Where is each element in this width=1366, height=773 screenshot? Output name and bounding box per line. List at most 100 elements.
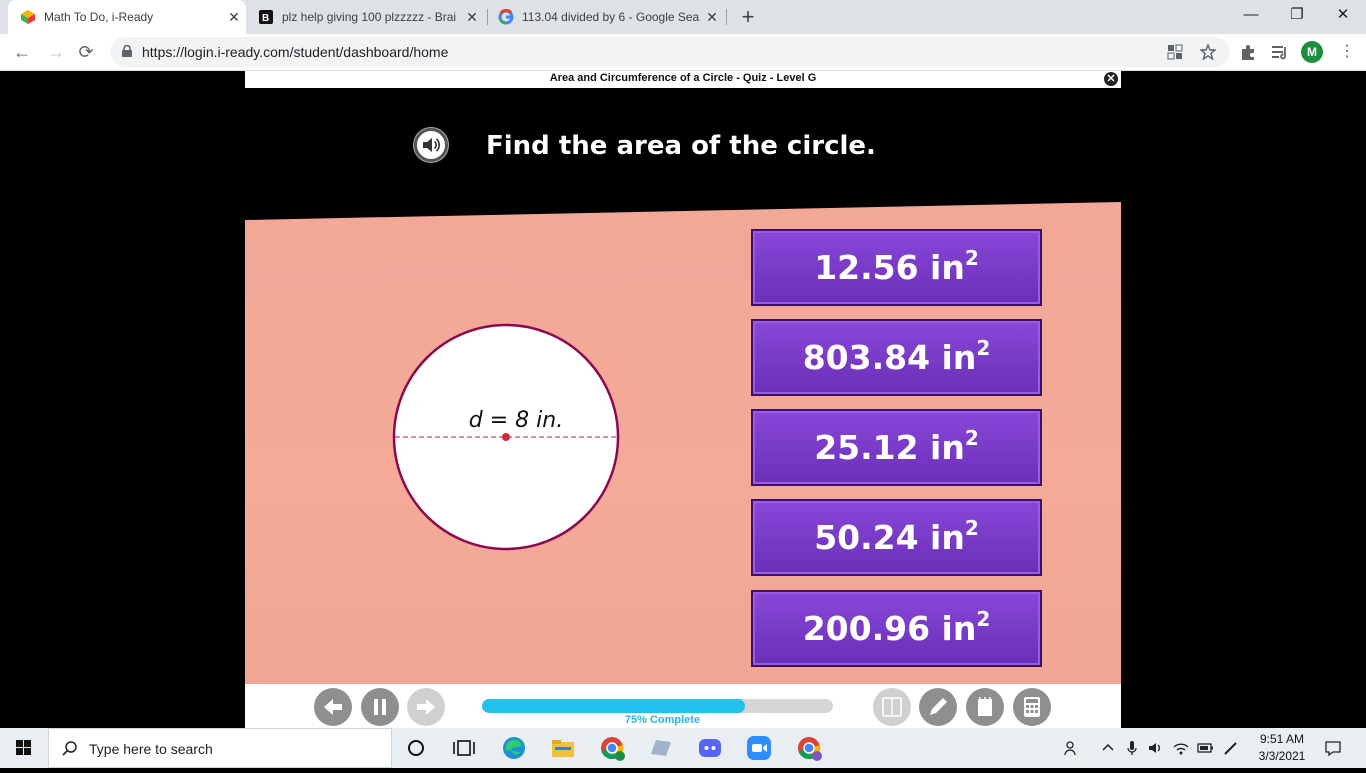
calculator-icon bbox=[1024, 697, 1040, 717]
iready-favicon-icon bbox=[21, 10, 35, 24]
edge-icon[interactable] bbox=[500, 734, 528, 762]
minimize-button[interactable]: — bbox=[1228, 0, 1274, 30]
answer-value: 200.96 in bbox=[802, 609, 977, 648]
forward-arrow-button[interactable] bbox=[407, 688, 445, 726]
wifi-icon[interactable] bbox=[1172, 739, 1190, 757]
notepad-button[interactable] bbox=[966, 688, 1004, 726]
answer-exponent: 2 bbox=[964, 516, 979, 540]
profile-avatar[interactable]: M bbox=[1301, 41, 1323, 63]
tab-title: plz help giving 100 plzzzzz - Brai bbox=[282, 10, 457, 24]
tab-title: 113.04 divided by 6 - Google Sea bbox=[522, 10, 700, 24]
lesson-control-bar: 75% Complete bbox=[245, 684, 1121, 728]
back-arrow-button[interactable] bbox=[314, 688, 352, 726]
answer-option-2[interactable]: 803.84 in2 bbox=[751, 319, 1042, 396]
progress-bar bbox=[482, 699, 833, 713]
answer-value: 803.84 in bbox=[802, 338, 977, 377]
answer-value: 50.24 in bbox=[814, 518, 965, 557]
answer-option-1[interactable]: 12.56 in2 bbox=[751, 229, 1042, 306]
glossary-book-icon bbox=[882, 697, 902, 717]
tab-iready[interactable]: Math To Do, i-Ready ✕ bbox=[8, 0, 246, 34]
tab-close-icon[interactable]: ✕ bbox=[460, 9, 484, 26]
extensions-puzzle-icon[interactable] bbox=[1238, 42, 1258, 62]
glossary-button[interactable] bbox=[873, 688, 911, 726]
translate-icon[interactable] bbox=[1167, 44, 1183, 60]
taskbar-search-box[interactable]: Type here to search bbox=[48, 728, 392, 768]
center-point bbox=[502, 433, 510, 441]
browser-toolbar: ← → ⟳ https://login.i-ready.com/student/… bbox=[0, 34, 1366, 71]
answer-exponent: 2 bbox=[976, 336, 991, 360]
bookmark-star-icon[interactable] bbox=[1200, 44, 1216, 60]
windows-taskbar: Type here to search 9:51 AM 3/3/2021 bbox=[0, 728, 1366, 768]
discord-icon[interactable] bbox=[696, 734, 724, 762]
search-placeholder: Type here to search bbox=[89, 741, 213, 757]
lock-icon bbox=[122, 45, 132, 57]
photos-app-icon[interactable] bbox=[647, 734, 675, 762]
notifications-icon[interactable] bbox=[1324, 739, 1342, 757]
pencil-icon bbox=[930, 698, 947, 715]
left-arrow-icon bbox=[324, 699, 342, 715]
pause-icon bbox=[374, 699, 386, 715]
audio-button[interactable] bbox=[414, 128, 448, 162]
window-close-button[interactable]: ✕ bbox=[1320, 0, 1366, 30]
answer-exponent: 2 bbox=[964, 426, 979, 450]
reload-button[interactable]: ⟳ bbox=[72, 38, 100, 66]
address-bar[interactable]: https://login.i-ready.com/student/dashbo… bbox=[110, 37, 1230, 67]
answer-value: 25.12 in bbox=[814, 428, 965, 467]
chrome-profile-icon[interactable] bbox=[795, 734, 823, 762]
clock-date: 3/3/2021 bbox=[1258, 749, 1306, 763]
people-icon[interactable] bbox=[1063, 739, 1081, 757]
tab-brainly[interactable]: B plz help giving 100 plzzzzz - Brai ✕ bbox=[246, 0, 484, 34]
new-tab-button[interactable]: + bbox=[735, 4, 761, 30]
pencil-tool-button[interactable] bbox=[919, 688, 957, 726]
back-button[interactable]: ← bbox=[8, 38, 36, 66]
tab-close-icon[interactable]: ✕ bbox=[222, 9, 246, 26]
restore-button[interactable]: ❐ bbox=[1274, 0, 1320, 30]
calculator-button[interactable] bbox=[1013, 688, 1051, 726]
pen-workspace-icon[interactable] bbox=[1222, 739, 1240, 757]
taskbar-clock[interactable]: 9:51 AM 3/3/2021 bbox=[1254, 731, 1310, 765]
start-button[interactable] bbox=[0, 728, 48, 768]
diameter-label: d = 8 in. bbox=[469, 408, 563, 433]
tab-close-icon[interactable]: ✕ bbox=[700, 9, 724, 26]
notepad-icon bbox=[978, 697, 992, 716]
tab-google[interactable]: 113.04 divided by 6 - Google Sea ✕ bbox=[486, 0, 724, 34]
progress-fill bbox=[482, 699, 746, 713]
question-panel: d = 8 in. 12.56 in2 803.84 in2 25.12 in2… bbox=[245, 202, 1121, 684]
brainly-favicon-icon: B bbox=[259, 10, 273, 24]
media-control-icon[interactable] bbox=[1270, 42, 1290, 62]
forward-button[interactable]: → bbox=[42, 38, 70, 66]
cortana-icon[interactable] bbox=[402, 734, 430, 762]
answer-value: 12.56 in bbox=[814, 248, 965, 287]
google-favicon-icon bbox=[498, 9, 514, 25]
chevron-up-icon[interactable] bbox=[1099, 739, 1117, 757]
zoom-icon[interactable] bbox=[745, 734, 773, 762]
chrome-icon[interactable] bbox=[598, 734, 626, 762]
right-arrow-icon bbox=[417, 699, 435, 715]
url-text: https://login.i-ready.com/student/dashbo… bbox=[142, 44, 449, 60]
lesson-title-bar: Area and Circumference of a Circle - Qui… bbox=[245, 71, 1121, 88]
circle-figure: d = 8 in. bbox=[392, 323, 620, 551]
file-explorer-icon[interactable] bbox=[549, 734, 577, 762]
svg-text:B: B bbox=[262, 13, 269, 24]
answer-option-5[interactable]: 200.96 in2 bbox=[751, 590, 1042, 667]
answer-exponent: 2 bbox=[976, 607, 991, 631]
windows-logo-icon bbox=[16, 740, 31, 755]
microphone-icon[interactable] bbox=[1123, 739, 1141, 757]
answer-option-4[interactable]: 50.24 in2 bbox=[751, 499, 1042, 576]
browser-menu-button[interactable]: ⋮ bbox=[1333, 38, 1361, 66]
speaker-icon bbox=[423, 138, 441, 152]
tab-separator bbox=[726, 9, 727, 25]
answer-exponent: 2 bbox=[964, 246, 979, 270]
tab-title: Math To Do, i-Ready bbox=[44, 10, 154, 24]
task-view-icon[interactable] bbox=[450, 734, 478, 762]
close-lesson-button[interactable]: ✕ bbox=[1104, 72, 1118, 86]
volume-icon[interactable] bbox=[1147, 739, 1165, 757]
answer-option-3[interactable]: 25.12 in2 bbox=[751, 409, 1042, 486]
search-icon bbox=[62, 741, 77, 756]
lesson-title: Area and Circumference of a Circle - Qui… bbox=[549, 72, 817, 84]
lesson-stage: Area and Circumference of a Circle - Qui… bbox=[0, 71, 1366, 728]
browser-tab-strip: Math To Do, i-Ready ✕ B plz help giving … bbox=[0, 0, 1366, 34]
clock-time: 9:51 AM bbox=[1259, 732, 1305, 746]
pause-button[interactable] bbox=[361, 688, 399, 726]
battery-icon[interactable] bbox=[1196, 739, 1214, 757]
